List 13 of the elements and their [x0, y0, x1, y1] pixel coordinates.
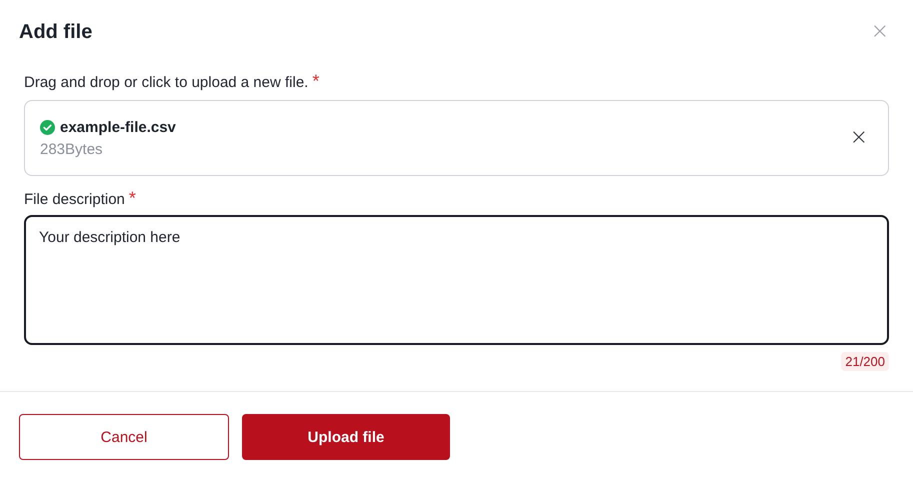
- file-name: example-file.csv: [60, 118, 176, 136]
- dialog-title: Add file: [19, 20, 92, 44]
- upload-label: Drag and drop or click to upload a new file.: [24, 74, 308, 91]
- check-circle-icon: [40, 120, 55, 134]
- required-mark: *: [312, 72, 320, 90]
- description-field[interactable]: Your description here: [24, 215, 889, 345]
- file-size: 283Bytes: [40, 140, 104, 158]
- required-mark: *: [128, 189, 136, 207]
- upload-button[interactable]: Upload file: [242, 414, 450, 460]
- description-label: File description: [24, 191, 125, 208]
- cancel-button[interactable]: Cancel: [19, 414, 229, 460]
- character-counter: 21/200: [841, 352, 889, 371]
- upload-dropzone[interactable]: example-file.csv 283Bytes ×: [24, 100, 889, 176]
